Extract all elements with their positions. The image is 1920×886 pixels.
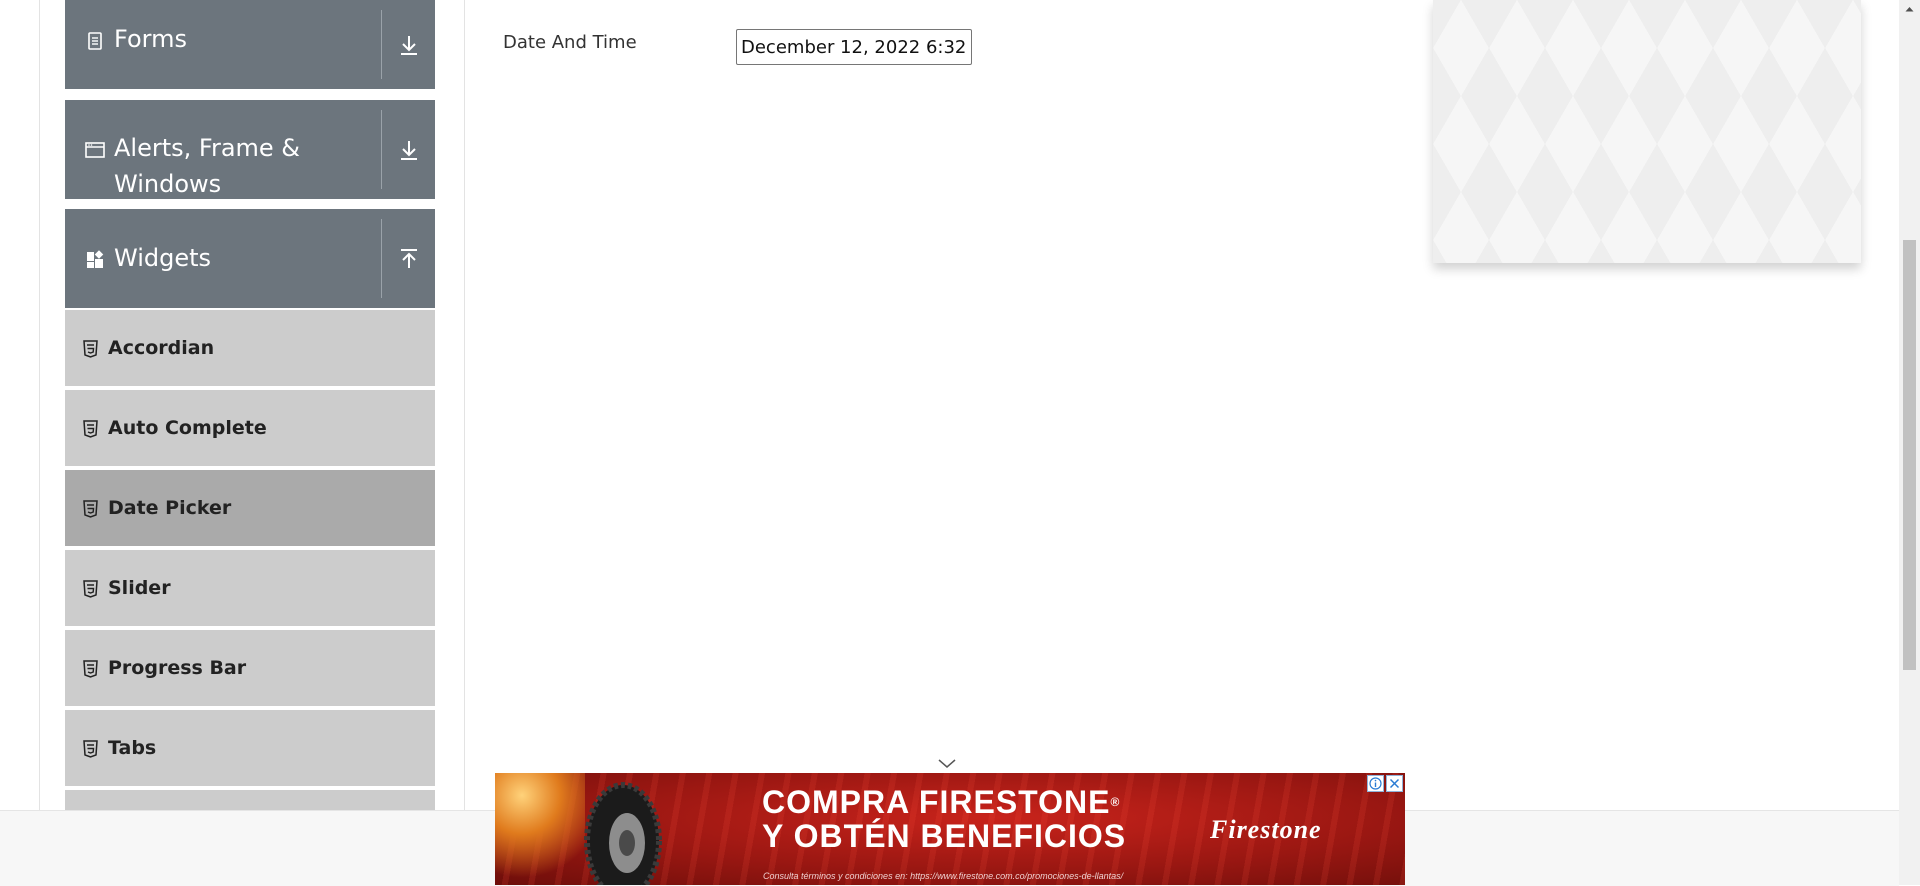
ad-close-button[interactable] (1386, 775, 1403, 792)
menu-item-label: Tabs (108, 737, 157, 759)
ad-headline-line1: COMPRA FIRESTONE (762, 784, 1111, 820)
ad-legal-text: Consulta términos y condiciones en: http… (763, 871, 1124, 881)
advertisement-banner[interactable]: COMPRA FIRESTONE® Y OBTÉN BENEFICIOS Con… (495, 773, 1405, 885)
collapse-up-icon (400, 248, 417, 268)
date-and-time-input[interactable] (736, 29, 972, 65)
sidebar-menu: Forms Alerts, Frame & Windows Widgets Ac… (65, 0, 435, 810)
chevron-down-icon[interactable] (936, 756, 958, 770)
menu-item-label: Progress Bar (108, 657, 247, 679)
date-and-time-label: Date And Time (503, 32, 637, 53)
menu-item-label: Auto Complete (108, 417, 267, 439)
firestone-logo: Firestone (1210, 815, 1322, 844)
expand-toggle[interactable] (382, 100, 435, 199)
ad-info-button[interactable] (1367, 775, 1384, 792)
left-divider (39, 0, 40, 810)
menu-item-date-picker[interactable]: Date Picker (65, 470, 435, 548)
page: Forms Alerts, Frame & Windows Widgets Ac… (0, 0, 1920, 886)
close-icon (1389, 778, 1400, 789)
menu-item-progress-bar[interactable]: Progress Bar (65, 630, 435, 708)
expand-toggle[interactable] (382, 0, 435, 89)
menu-item-label: Date Picker (108, 497, 232, 519)
group-header-forms[interactable]: Forms (65, 0, 435, 89)
menu-item-auto-complete[interactable]: Auto Complete (65, 390, 435, 468)
menu-item-label: Slider (108, 577, 171, 599)
group-header-widgets[interactable]: Widgets (65, 209, 435, 308)
scrollbar-thumb[interactable] (1903, 240, 1916, 670)
menu-item-next[interactable] (65, 790, 435, 810)
vertical-scrollbar[interactable] (1899, 0, 1920, 885)
menu-item-label: Accordian (108, 337, 215, 359)
html5-icon (83, 740, 98, 758)
group-title: Widgets (114, 244, 212, 272)
menu-item-accordian[interactable]: Accordian (65, 310, 435, 388)
html5-icon (83, 340, 98, 358)
content-divider (464, 0, 465, 810)
group-title: Forms (114, 25, 187, 53)
menu-item-slider[interactable]: Slider (65, 550, 435, 628)
scroll-up-arrow-icon (1905, 6, 1914, 11)
scroll-up-button[interactable] (1899, 0, 1920, 17)
menu-item-tabs[interactable]: Tabs (65, 710, 435, 788)
expand-down-icon (400, 35, 417, 55)
expand-down-icon (400, 140, 417, 160)
registered-mark: ® (1110, 795, 1121, 809)
tire-image (584, 782, 662, 885)
ad-headline-line2: Y OBTÉN BENEFICIOS (762, 818, 1127, 854)
html5-icon (83, 660, 98, 678)
group-title: Alerts, Frame & Windows (114, 134, 301, 198)
document-icon (88, 32, 102, 50)
decorative-banner-card (1433, 0, 1861, 263)
collapse-toggle[interactable] (382, 209, 435, 308)
html5-icon (83, 420, 98, 438)
html5-icon (83, 580, 98, 598)
window-icon (85, 142, 105, 158)
ad-light-glow (495, 773, 585, 885)
info-icon (1369, 777, 1382, 790)
group-header-alerts-frame-windows[interactable]: Alerts, Frame & Windows (65, 100, 435, 199)
html5-icon (83, 500, 98, 518)
ad-headline: COMPRA FIRESTONE® Y OBTÉN BENEFICIOS (762, 785, 1126, 853)
widgets-icon (87, 250, 104, 268)
